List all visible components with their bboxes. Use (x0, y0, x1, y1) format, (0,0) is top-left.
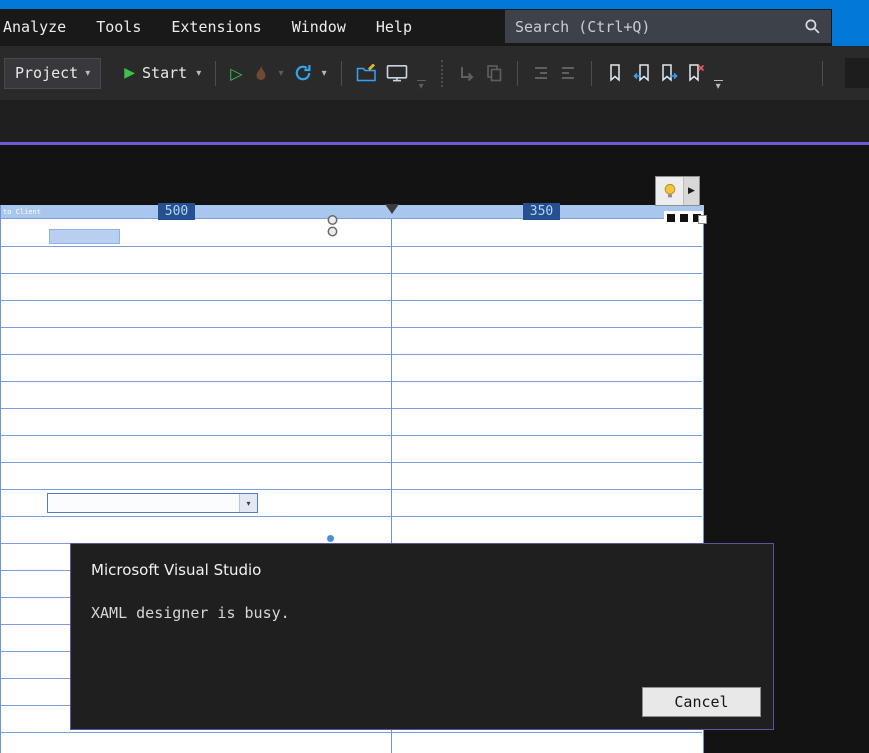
profiler-chevron-icon: ▾ (278, 67, 284, 79)
toolbar-dock-area (845, 58, 869, 88)
chevron-down-icon: ▾ (715, 81, 721, 92)
start-debugging-button[interactable]: ▶ Start (124, 64, 187, 82)
combobox-element[interactable]: ▾ (47, 493, 258, 513)
device-preview-button[interactable] (386, 64, 408, 82)
menu-analyze[interactable]: Analyze (0, 9, 81, 46)
align-icon (460, 67, 474, 82)
copy-layout-button[interactable] (485, 64, 503, 82)
indent-decrease-icon (534, 67, 547, 79)
clear-bookmarks-button[interactable] (687, 63, 705, 83)
designer-accent-border (0, 142, 869, 145)
new-item-button[interactable] (356, 64, 377, 82)
start-label: Start (142, 64, 188, 82)
increase-indent-button[interactable] (559, 64, 577, 82)
bookmark-icon (609, 64, 620, 82)
chevron-down-icon: ▾ (246, 498, 251, 508)
menu-window[interactable]: Window (277, 9, 361, 46)
clipped-edge-label: to Client (3, 208, 41, 216)
bookmark-previous-icon (632, 64, 649, 82)
chevron-down-icon: ▾ (85, 67, 91, 79)
menu-help[interactable]: Help (361, 9, 427, 46)
copy-icon (486, 65, 501, 82)
next-bookmark-button[interactable] (660, 63, 678, 83)
lightbulb-cell (656, 177, 683, 205)
grip-icon (327, 215, 338, 237)
xaml-busy-dialog: Microsoft Visual Studio XAML designer is… (70, 543, 774, 730)
folder-icon (356, 64, 376, 82)
project-dropdown-button[interactable]: Project ▾ (4, 57, 102, 89)
toolbar-overflow-button[interactable]: ▾ (416, 80, 426, 92)
quick-actions-lightbulb[interactable]: ▶ (655, 176, 700, 206)
standard-toolbar: Project ▾ ▶ Start ▾ ▷ ▾ ▾ ▾ ▾ (0, 46, 869, 100)
hot-reload-chevron-icon[interactable]: ▾ (322, 68, 327, 79)
column-marker-icon[interactable] (385, 204, 399, 214)
toolbar-separator (516, 60, 518, 86)
search-box[interactable] (505, 10, 831, 43)
dialog-message: XAML designer is busy. (91, 604, 290, 622)
selected-textbox-element[interactable] (49, 229, 120, 244)
search-icon (805, 19, 820, 34)
toggle-bookmark-button[interactable] (606, 63, 624, 83)
cancel-button[interactable]: Cancel (642, 687, 761, 717)
monitor-icon (386, 64, 407, 82)
toolbar-separator (822, 60, 823, 86)
menu-tools[interactable]: Tools (81, 9, 156, 46)
chevron-down-icon: ▾ (418, 81, 424, 92)
combobox-field[interactable] (48, 494, 239, 512)
grid-splitter-grip[interactable] (326, 212, 339, 245)
previous-bookmark-button[interactable] (632, 63, 651, 83)
bookmark-next-icon (661, 64, 678, 82)
align-lefts-button[interactable] (458, 64, 476, 82)
toolbar-dotted-separator (440, 59, 443, 87)
hot-reload-button[interactable] (293, 63, 313, 83)
dialog-title: Microsoft Visual Studio (91, 561, 262, 579)
refresh-icon (295, 65, 311, 81)
project-label: Project (15, 64, 79, 82)
column-header-band: to Client (1, 205, 704, 219)
titlebar: Analyze Tools Extensions Window Help (0, 0, 869, 46)
selection-handle[interactable] (666, 213, 675, 222)
start-without-debugging-button[interactable]: ▷ (230, 64, 242, 83)
menu-extensions[interactable]: Extensions (156, 9, 276, 46)
flame-icon (256, 65, 266, 80)
toolbar-separator (215, 60, 217, 86)
resize-handle[interactable] (698, 215, 707, 224)
combobox-dropdown-button[interactable]: ▾ (239, 494, 257, 512)
lightbulb-expand-arrow[interactable]: ▶ (683, 177, 699, 205)
play-icon: ▶ (124, 65, 136, 81)
column-width-label-350[interactable]: 350 (523, 203, 560, 220)
indent-increase-icon (561, 67, 574, 79)
column-width-label-500[interactable]: 500 (158, 203, 195, 220)
adorner-dot (327, 535, 334, 542)
search-input[interactable] (515, 17, 804, 36)
performance-profiler-button[interactable] (252, 64, 270, 82)
lightbulb-icon (664, 183, 675, 198)
toolbar-separator (590, 60, 592, 86)
toolbar-separator (340, 60, 342, 86)
start-options-chevron-icon[interactable]: ▾ (196, 68, 201, 79)
bookmark-clear-icon (688, 64, 704, 82)
vs-window: Analyze Tools Extensions Window Help Pro… (0, 0, 869, 753)
decrease-indent-button[interactable] (532, 64, 550, 82)
triangle-right-icon: ▶ (688, 186, 695, 196)
bookmarks-overflow-button[interactable]: ▾ (713, 80, 723, 92)
editor-band (0, 100, 869, 142)
selection-handle[interactable] (679, 213, 688, 222)
